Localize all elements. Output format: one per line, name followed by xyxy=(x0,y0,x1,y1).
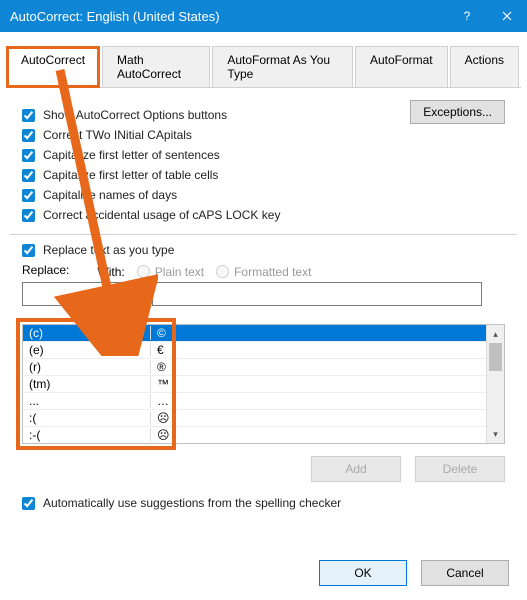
add-button[interactable]: Add xyxy=(311,456,401,482)
divider xyxy=(10,234,517,235)
check-auto-suggest[interactable]: Automatically use suggestions from the s… xyxy=(22,496,505,510)
radio-formatted-text[interactable]: Formatted text xyxy=(216,265,311,279)
list-row[interactable]: (tm) ™ xyxy=(23,376,486,393)
dialog-body: Show AutoCorrect Options buttons Correct… xyxy=(0,88,527,510)
check-caps-lock[interactable]: Correct accidental usage of cAPS LOCK ke… xyxy=(22,208,505,222)
checkbox[interactable] xyxy=(22,497,35,510)
tab-math-autocorrect[interactable]: Math AutoCorrect xyxy=(102,46,210,87)
checkbox[interactable] xyxy=(22,109,35,122)
list-cell-to: ☹ xyxy=(151,428,170,442)
ok-button[interactable]: OK xyxy=(319,560,407,586)
list-cell-from: (r) xyxy=(23,360,151,374)
checkbox-label: Show AutoCorrect Options buttons xyxy=(43,108,227,122)
checkbox-label: Automatically use suggestions from the s… xyxy=(43,496,341,510)
list-row[interactable]: :-( ☹ xyxy=(23,427,486,443)
list-cell-to: © xyxy=(151,326,166,340)
radio-label: Formatted text xyxy=(234,265,311,279)
list-row[interactable]: :( ☹ xyxy=(23,410,486,427)
list-row[interactable]: ... … xyxy=(23,393,486,410)
checkbox[interactable] xyxy=(22,189,35,202)
check-days[interactable]: Capitalize names of days xyxy=(22,188,505,202)
window-title: AutoCorrect: English (United States) xyxy=(10,9,220,24)
radio-label: Plain text xyxy=(155,265,204,279)
scrollbar[interactable]: ▴ ▾ xyxy=(486,325,504,443)
cancel-button[interactable]: Cancel xyxy=(421,560,509,586)
window-controls: ? xyxy=(447,0,527,32)
list-cell-from: ... xyxy=(23,394,151,408)
titlebar: AutoCorrect: English (United States) ? xyxy=(0,0,527,32)
replace-label: Replace: xyxy=(22,263,69,277)
check-two-initial[interactable]: Correct TWo INitial CApitals xyxy=(22,128,505,142)
list-cell-from: (c) xyxy=(23,326,151,340)
scroll-down-icon[interactable]: ▾ xyxy=(487,425,504,443)
with-label: With: xyxy=(97,265,124,279)
list-row[interactable]: (e) € xyxy=(23,342,486,359)
checkbox[interactable] xyxy=(22,149,35,162)
dialog-footer: OK Cancel xyxy=(319,560,509,586)
radio-input[interactable] xyxy=(216,265,229,278)
list-cell-from: :( xyxy=(23,411,151,425)
checkbox-label: Capitalize names of days xyxy=(43,188,177,202)
check-replace-as-type[interactable]: Replace text as you type xyxy=(22,243,505,257)
radio-input[interactable] xyxy=(137,265,150,278)
check-first-cell[interactable]: Capitalize first letter of table cells xyxy=(22,168,505,182)
scroll-up-icon[interactable]: ▴ xyxy=(487,325,504,343)
list-cell-to: ® xyxy=(151,360,166,374)
checkbox[interactable] xyxy=(22,244,35,257)
list-cell-from: (tm) xyxy=(23,377,151,391)
check-first-sentence[interactable]: Capitalize first letter of sentences xyxy=(22,148,505,162)
checkbox-label: Correct accidental usage of cAPS LOCK ke… xyxy=(43,208,280,222)
tab-autocorrect[interactable]: AutoCorrect xyxy=(6,46,100,88)
replace-inputs-row xyxy=(22,282,505,306)
checkbox-label: Correct TWo INitial CApitals xyxy=(43,128,192,142)
delete-button[interactable]: Delete xyxy=(415,456,505,482)
checkbox-label: Replace text as you type xyxy=(43,243,174,257)
list-row[interactable]: (r) ® xyxy=(23,359,486,376)
help-icon[interactable]: ? xyxy=(447,0,487,32)
tab-actions[interactable]: Actions xyxy=(450,46,519,87)
list-cell-to: ☹ xyxy=(151,411,170,425)
list-cell-to: ™ xyxy=(151,377,169,391)
tab-autoformat-as-you-type[interactable]: AutoFormat As You Type xyxy=(212,46,353,87)
scroll-thumb[interactable] xyxy=(489,343,502,371)
replace-input[interactable] xyxy=(22,282,150,306)
list-cell-to: … xyxy=(151,394,169,408)
list-cell-to: € xyxy=(151,343,164,357)
checkbox-label: Capitalize first letter of sentences xyxy=(43,148,220,162)
tab-bar: AutoCorrect Math AutoCorrect AutoFormat … xyxy=(6,46,521,88)
list-rows[interactable]: (c) © (e) € (r) ® (tm) ™ ... … xyxy=(23,325,486,443)
replacement-list[interactable]: (c) © (e) € (r) ® (tm) ™ ... … xyxy=(22,324,505,444)
with-input[interactable] xyxy=(152,282,482,306)
list-row[interactable]: (c) © xyxy=(23,325,486,342)
replace-labels-row: Replace: With: Plain text Formatted text xyxy=(22,263,505,280)
exceptions-button[interactable]: Exceptions... xyxy=(410,100,505,124)
replacement-list-wrap: (c) © (e) € (r) ® (tm) ™ ... … xyxy=(22,324,505,444)
list-cell-from: (e) xyxy=(23,343,151,357)
close-icon[interactable] xyxy=(487,0,527,32)
list-actions-row: Add Delete xyxy=(22,456,505,482)
checkbox[interactable] xyxy=(22,129,35,142)
tab-autoformat[interactable]: AutoFormat xyxy=(355,46,448,87)
checkbox-label: Capitalize first letter of table cells xyxy=(43,168,218,182)
checkbox[interactable] xyxy=(22,169,35,182)
checkbox[interactable] xyxy=(22,209,35,222)
radio-plain-text[interactable]: Plain text xyxy=(137,265,204,279)
list-cell-from: :-( xyxy=(23,428,151,442)
